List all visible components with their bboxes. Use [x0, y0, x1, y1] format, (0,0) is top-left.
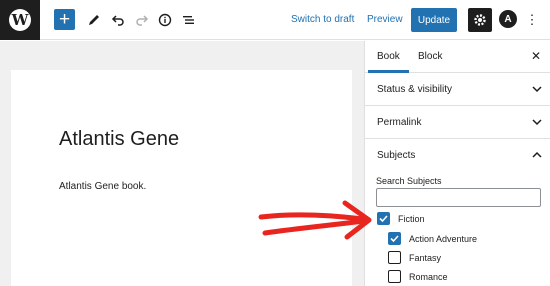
- update-button[interactable]: Update: [411, 8, 457, 32]
- tab-book[interactable]: Book: [377, 51, 400, 62]
- panel-permalink[interactable]: Permalink: [365, 106, 550, 139]
- annotation-arrow-icon: [258, 200, 372, 240]
- gear-icon: [474, 14, 486, 26]
- undo-icon: [111, 15, 124, 26]
- panel-status-visibility[interactable]: Status & visibility: [365, 73, 550, 106]
- switch-to-draft-button[interactable]: Switch to draft: [291, 14, 354, 25]
- more-vertical-icon: ⋮: [525, 12, 539, 27]
- editor-canvas[interactable]: [11, 70, 352, 286]
- info-icon: [158, 13, 172, 27]
- list-view-icon: [183, 16, 194, 24]
- settings-button[interactable]: [468, 8, 492, 32]
- close-sidebar-icon[interactable]: ✕: [531, 49, 541, 63]
- chevron-up-icon: [532, 151, 542, 158]
- checkmark-icon: [379, 215, 388, 223]
- redo-button[interactable]: [131, 9, 153, 31]
- checkbox-action-adventure[interactable]: [388, 232, 401, 245]
- add-block-button[interactable]: +: [54, 9, 75, 30]
- redo-icon: [136, 15, 149, 26]
- astra-icon: A: [504, 13, 512, 25]
- edit-tools-button[interactable]: [83, 9, 105, 31]
- search-subjects-label: Search Subjects: [376, 176, 442, 186]
- checkbox-romance[interactable]: [388, 270, 401, 283]
- preview-button[interactable]: Preview: [367, 14, 403, 25]
- wordpress-logo-icon: W: [9, 9, 31, 31]
- post-paragraph[interactable]: Atlantis Gene book.: [59, 181, 146, 192]
- checkmark-icon: [390, 235, 399, 243]
- tab-block[interactable]: Block: [418, 51, 442, 62]
- subject-label-fiction: Fiction: [398, 214, 425, 224]
- astra-settings-button[interactable]: A: [499, 10, 517, 28]
- settings-sidebar: Book Block ✕ Status & visibility Permali…: [364, 41, 550, 286]
- undo-button[interactable]: [107, 9, 129, 31]
- top-toolbar: W + Switch to draft Preview Update A ⋮: [0, 0, 550, 40]
- subject-label-romance: Romance: [409, 272, 448, 282]
- panel-label: Status & visibility: [377, 84, 453, 95]
- details-button[interactable]: [154, 9, 176, 31]
- list-view-button[interactable]: [178, 9, 200, 31]
- wordpress-logo-button[interactable]: W: [0, 0, 40, 40]
- chevron-down-icon: [532, 119, 542, 126]
- panel-label: Subjects: [377, 150, 416, 161]
- pencil-icon: [89, 15, 99, 25]
- checkbox-fantasy[interactable]: [388, 251, 401, 264]
- panel-subjects[interactable]: Subjects: [365, 139, 550, 172]
- subject-label-action-adventure: Action Adventure: [409, 234, 478, 244]
- checkbox-fiction[interactable]: [377, 212, 390, 225]
- options-menu-button[interactable]: ⋮: [525, 9, 539, 31]
- post-title[interactable]: Atlantis Gene: [59, 128, 179, 151]
- panel-label: Permalink: [377, 117, 422, 128]
- sidebar-tabs: Book Block ✕: [365, 41, 550, 73]
- subject-label-fantasy: Fantasy: [409, 253, 442, 263]
- search-subjects-input[interactable]: [376, 188, 541, 207]
- chevron-down-icon: [532, 86, 542, 93]
